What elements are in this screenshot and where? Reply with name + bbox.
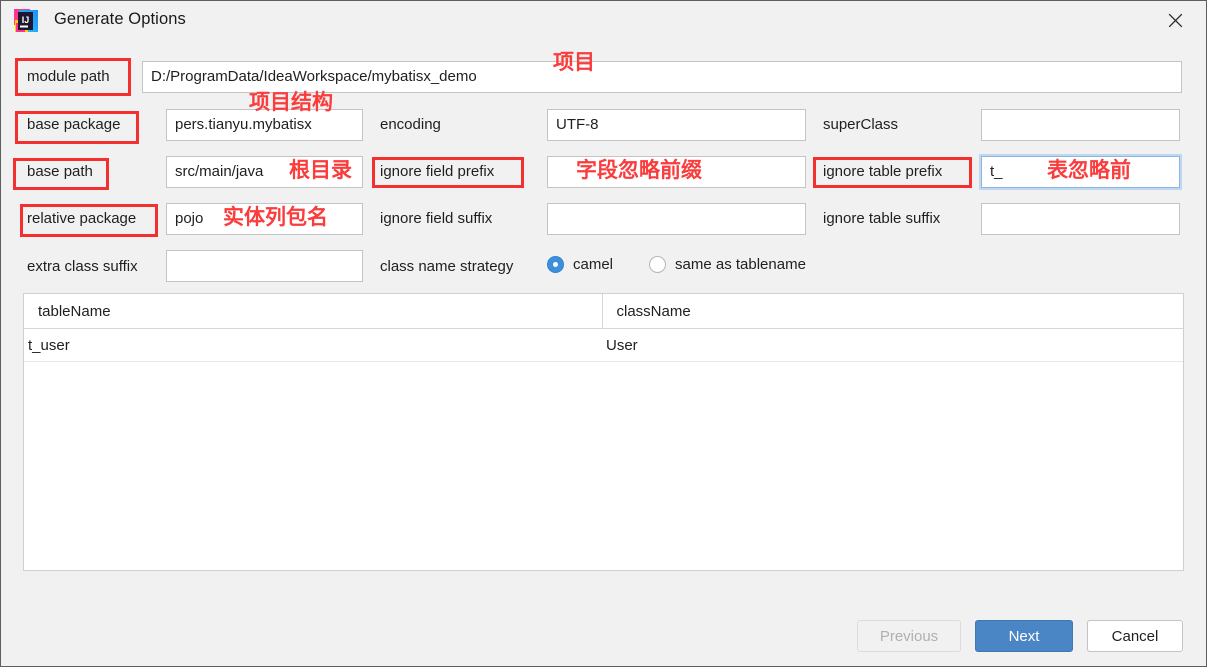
ignore-table-prefix-input[interactable]: t_ [981, 156, 1180, 188]
cell-classname[interactable]: User [602, 328, 1183, 362]
intellij-idea-icon: IJ [13, 8, 39, 34]
cell-tablename[interactable]: t_user [24, 328, 602, 362]
base-package-input[interactable]: pers.tianyu.mybatisx [166, 109, 363, 141]
class-name-strategy-label: class name strategy [380, 258, 514, 275]
relative-package-input[interactable]: pojo [166, 203, 363, 235]
extra-class-suffix-label: extra class suffix [27, 258, 138, 275]
base-package-label: base package [27, 116, 121, 133]
radio-selected-icon [547, 256, 564, 273]
base-path-label: base path [27, 163, 93, 180]
base-path-input[interactable]: src/main/java [166, 156, 363, 188]
relative-package-label: relative package [27, 210, 137, 227]
ignore-field-suffix-input[interactable] [547, 203, 806, 235]
close-icon[interactable] [1142, 1, 1206, 39]
radio-same-as-tablename[interactable]: same as tablename [649, 256, 806, 273]
radio-camel[interactable]: camel [547, 256, 613, 273]
svg-text:IJ: IJ [22, 15, 30, 25]
table-header-row: tableName className [24, 294, 1183, 329]
radio-camel-label: camel [573, 256, 614, 273]
cancel-button[interactable]: Cancel [1087, 620, 1183, 652]
radio-unselected-icon [649, 256, 667, 273]
radio-same-as-tablename-label: same as tablename [675, 256, 806, 273]
next-button[interactable]: Next [975, 620, 1073, 652]
module-path-label: module path [27, 68, 110, 85]
tables-mapping-panel[interactable]: tableName className t_user User [23, 293, 1184, 571]
super-class-input[interactable] [981, 109, 1180, 141]
column-header-tablename[interactable]: tableName [24, 294, 602, 329]
ignore-field-prefix-label: ignore field prefix [380, 163, 495, 180]
column-header-classname[interactable]: className [601, 294, 1183, 329]
extra-class-suffix-input[interactable] [166, 250, 363, 282]
dialog-title: Generate Options [54, 10, 186, 28]
encoding-input[interactable]: UTF-8 [547, 109, 806, 141]
dialog-titlebar: IJ Generate Options [1, 1, 1206, 41]
module-path-input[interactable]: D:/ProgramData/IdeaWorkspace/mybatisx_de… [142, 61, 1182, 93]
super-class-label: superClass [823, 116, 899, 133]
class-name-strategy-group: camel same as tablename [547, 256, 806, 273]
encoding-label: encoding [380, 116, 441, 133]
ignore-table-suffix-label: ignore table suffix [823, 210, 941, 227]
previous-button[interactable]: Previous [857, 620, 961, 652]
tables-mapping-table: tableName className t_user User [24, 294, 1183, 362]
ignore-field-suffix-label: ignore field suffix [380, 210, 493, 227]
generate-options-dialog: IJ Generate Options module path D:/Progr… [0, 0, 1207, 667]
ignore-field-prefix-input[interactable] [547, 156, 806, 188]
table-row[interactable]: t_user User [24, 328, 1183, 362]
ignore-table-suffix-input[interactable] [981, 203, 1180, 235]
ignore-table-prefix-label: ignore table prefix [823, 163, 943, 180]
